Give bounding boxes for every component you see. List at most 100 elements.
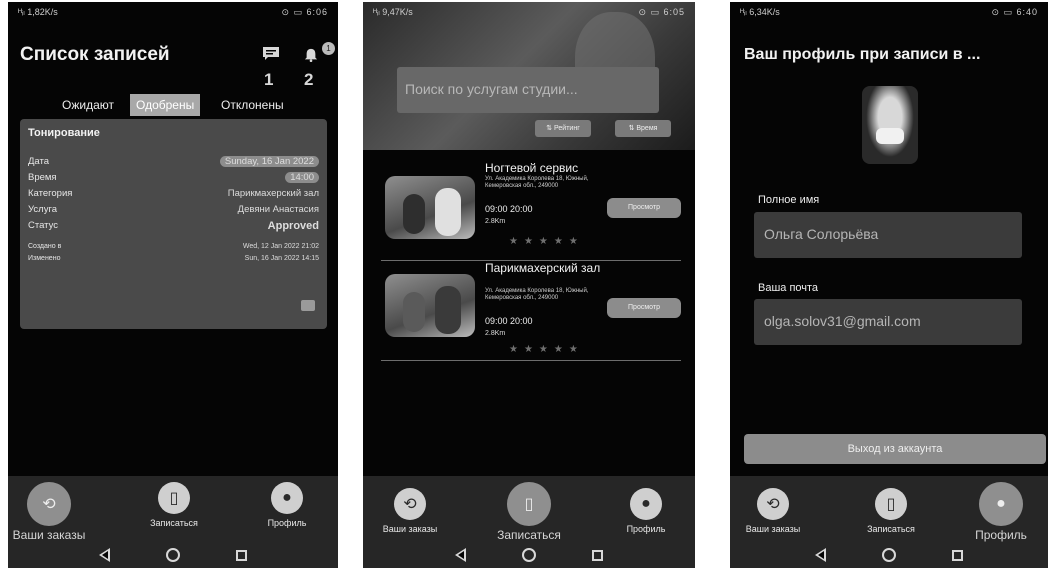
back-icon[interactable]	[99, 548, 110, 562]
row-key: Статус	[28, 220, 59, 231]
email-label: Ваша почта	[758, 282, 819, 294]
row-key: Категория	[28, 188, 73, 199]
tablet-icon: ▯	[507, 482, 551, 526]
row-value: Sun, 16 Jan 2022 14:15	[244, 255, 319, 262]
tablet-icon: ▯	[158, 482, 190, 514]
tab-approved[interactable]: Одобрены	[130, 94, 201, 116]
service-distance: 2.8Km	[485, 330, 506, 337]
status-right: ⊙ ▭ 6:40	[991, 6, 1038, 17]
nav-label: Записаться	[150, 518, 198, 528]
service-hours: 09:00 20:00	[485, 316, 533, 326]
bottom-nav: ⟲ Ваши заказы ▯ Записаться ● Профиль	[8, 476, 338, 568]
order-title: Тонирование	[28, 127, 100, 139]
row-key: Изменено	[28, 255, 61, 262]
status-bar: ᴴᵢₗ 1,82K/s ⊙ ▭ 6:06	[8, 2, 338, 22]
row-value: Wed, 12 Jan 2022 21:02	[242, 243, 319, 250]
status-bar: ᴴᵢₗ 6,34K/s ⊙ ▭ 6:40	[730, 2, 1048, 22]
row-key: Дата	[28, 156, 50, 167]
person-icon: ●	[979, 482, 1023, 526]
status-value: Approved	[267, 220, 319, 232]
service-card[interactable]: Парикмахерский зал Ул. Академика Королев…	[381, 260, 681, 361]
nav-label: Записаться	[867, 524, 915, 534]
message-icon[interactable]	[262, 46, 280, 60]
status-right: ⊙ ▭ 6:05	[638, 6, 685, 17]
nav-orders[interactable]: ⟲ Ваши заказы	[8, 482, 94, 542]
bell-icon[interactable]	[302, 48, 320, 62]
page-title: Список записей	[20, 44, 170, 65]
nav-profile[interactable]: ● Профиль	[956, 482, 1046, 542]
status-left: ᴴᵢₗ 6,34K/s	[740, 6, 780, 17]
bottom-nav: ⟲ Ваши заказы ▯ Записаться ● Профиль	[730, 476, 1048, 568]
email-field[interactable]: olga.solov31@gmail.com	[754, 299, 1022, 345]
status-tabs: Ожидают Одобрены Отклонены	[8, 94, 338, 118]
order-row-status: Статус Approved	[28, 220, 319, 234]
recents-icon[interactable]	[592, 549, 603, 561]
service-address: Ул. Академика Королева 18, Южный, Кемеро…	[485, 176, 589, 189]
message-count: 1	[264, 70, 274, 89]
system-nav-bar	[363, 542, 695, 568]
status-left: ᴴᵢₗ 9,47K/s	[373, 6, 413, 17]
person-icon: ●	[271, 482, 303, 514]
view-button[interactable]: Просмотр	[607, 198, 681, 218]
system-nav-bar	[8, 542, 338, 568]
back-icon[interactable]	[815, 548, 826, 562]
logout-button[interactable]: Выход из аккаунта	[744, 434, 1046, 464]
service-image	[385, 274, 475, 337]
avatar[interactable]	[862, 86, 918, 164]
nav-label: Записаться	[497, 528, 561, 542]
row-key: Время	[28, 172, 57, 183]
history-icon: ⟲	[757, 488, 789, 520]
page-title: Ваш профиль при записи в ...	[744, 46, 981, 63]
home-icon[interactable]	[882, 548, 896, 562]
row-value: Sunday, 16 Jan 2022	[219, 156, 319, 167]
nav-book[interactable]: ▯ Записаться	[484, 482, 574, 542]
service-card[interactable]: Ногтевой сервис Ул. Академика Королева 1…	[381, 160, 681, 261]
order-row-service: Услуга Девяни Анастасия	[28, 204, 319, 218]
row-value: 14:00	[285, 172, 319, 183]
nav-label: Профиль	[975, 528, 1027, 542]
status-right: ⊙ ▭ 6:06	[281, 6, 328, 17]
row-value: Девяни Анастасия	[237, 204, 319, 215]
screen-orders-list: ᴴᵢₗ 1,82K/s ⊙ ▭ 6:06 Список записей 1 1 …	[8, 2, 338, 568]
order-row-modified: Изменено Sun, 16 Jan 2022 14:15	[28, 255, 319, 269]
nav-book[interactable]: ▯ Записаться	[129, 482, 219, 528]
notification-badge: 1	[322, 42, 335, 55]
view-button[interactable]: Просмотр	[607, 298, 681, 318]
nav-orders[interactable]: ⟲ Ваши заказы	[365, 488, 455, 534]
recents-icon[interactable]	[236, 549, 247, 561]
recents-icon[interactable]	[952, 549, 963, 561]
sort-rating-button[interactable]: ⇅ Рейтинг	[535, 120, 591, 137]
tab-rejected[interactable]: Отклонены	[215, 94, 290, 116]
back-icon[interactable]	[455, 548, 466, 562]
nav-orders[interactable]: ⟲ Ваши заказы	[730, 488, 818, 534]
home-icon[interactable]	[166, 548, 180, 562]
service-name: Ногтевой сервис	[485, 161, 579, 175]
order-row-category: Категория Парикмахерский зал	[28, 188, 319, 202]
rating-stars: ★★★★★	[509, 236, 584, 247]
service-address: Ул. Академика Королева 18, Южный, Кемеро…	[485, 288, 589, 301]
search-input[interactable]: Поиск по услугам студии...	[397, 67, 659, 113]
order-card[interactable]: Тонирование Дата Sunday, 16 Jan 2022 Вре…	[20, 119, 327, 329]
history-icon: ⟲	[27, 482, 71, 526]
service-hours: 09:00 20:00	[485, 204, 533, 214]
nav-label: Профиль	[267, 518, 307, 528]
bottom-nav: ⟲ Ваши заказы ▯ Записаться ● Профиль	[363, 476, 695, 568]
home-icon[interactable]	[522, 548, 536, 562]
sort-time-button[interactable]: ⇅ Время	[615, 120, 671, 137]
nav-profile[interactable]: ● Профиль	[242, 482, 332, 528]
rating-stars: ★★★★★	[509, 344, 584, 355]
tab-pending[interactable]: Ожидают	[56, 94, 120, 116]
row-key: Услуга	[28, 204, 57, 215]
person-icon: ●	[630, 488, 662, 520]
nav-label: Профиль	[626, 524, 666, 534]
nav-label: Ваши заказы	[745, 524, 801, 534]
screen-profile: ᴴᵢₗ 6,34K/s ⊙ ▭ 6:40 Ваш профиль при зап…	[730, 2, 1048, 568]
name-field[interactable]: Ольга Солорьёва	[754, 212, 1022, 258]
screen-services: ᴴᵢₗ 9,47K/s ⊙ ▭ 6:05 Поиск по услугам ст…	[363, 2, 695, 568]
tablet-icon: ▯	[875, 488, 907, 520]
nav-profile[interactable]: ● Профиль	[601, 488, 691, 534]
nav-book[interactable]: ▯ Записаться	[846, 488, 936, 534]
nav-label: Ваши заказы	[382, 524, 438, 534]
chat-icon[interactable]	[301, 300, 315, 311]
system-nav-bar	[730, 542, 1048, 568]
